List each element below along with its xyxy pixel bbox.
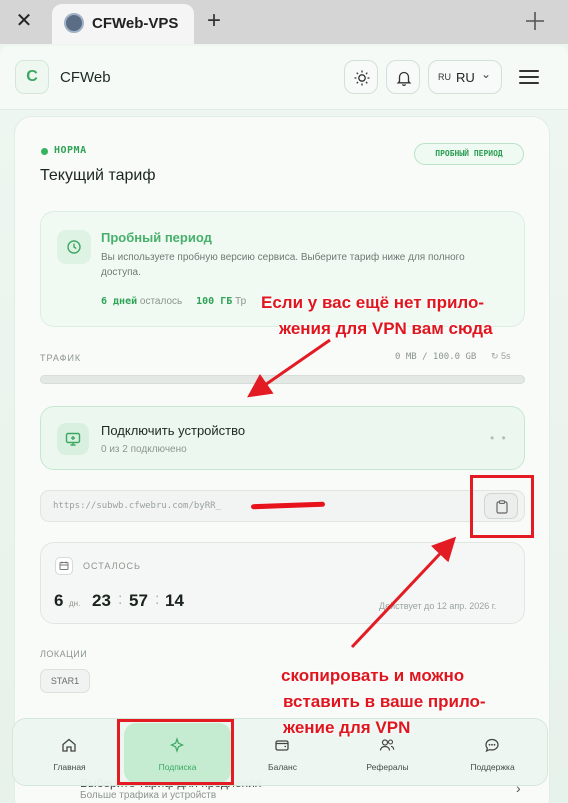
nav-label: Главная: [53, 762, 86, 772]
status-dot-icon: [41, 148, 48, 155]
brand-name: CFWeb: [60, 69, 111, 86]
timer-days: 6: [54, 591, 64, 610]
language-code: RU: [438, 72, 451, 82]
chevron-down-icon: ⌄: [481, 67, 492, 81]
extensions-icon[interactable]: [524, 10, 546, 36]
chat-icon: [485, 738, 499, 753]
traffic-limit-suffix: Тр: [235, 296, 247, 307]
timer-hours: 23: [92, 591, 111, 610]
clock-icon: [57, 230, 91, 264]
timer-days-unit: дн.: [69, 599, 81, 608]
traffic-limit-value: 100 ГБ: [196, 296, 233, 307]
more-dots-icon: • •: [490, 431, 508, 445]
bottom-navigation: Главная Подписка Баланс Рефералы Поддерж…: [12, 718, 548, 786]
subscription-tab-highlight-box: [117, 719, 234, 785]
trial-badge: ПРОБНЫЙ ПЕРИОД: [414, 143, 524, 165]
annotation-bottom-line3: жение для VPN: [283, 718, 411, 737]
calendar-icon: [55, 557, 73, 575]
annotation-bottom-line2: вставить в ваше прило-: [283, 692, 486, 711]
home-icon: [62, 738, 76, 752]
time-remaining-label: ОСТАЛОСЬ: [83, 561, 141, 571]
logo-badge[interactable]: C: [15, 60, 49, 94]
notifications-button[interactable]: [386, 60, 420, 94]
subscription-url: https://subwb.cfwebru.com/byRR_: [53, 501, 221, 511]
connect-device-button[interactable]: Подключить устройство 0 из 2 подключено …: [40, 406, 525, 470]
time-remaining-box: ОСТАЛОСЬ 6 дн. 23 : 57 : 14 Действует до…: [40, 542, 525, 624]
days-remaining-suffix: осталось: [139, 296, 183, 307]
plan-title: Пробный период: [101, 230, 212, 245]
plan-stats: 6 дней осталось 100 ГБ Тр: [101, 296, 246, 307]
locations-label: ЛОКАЦИИ: [40, 649, 88, 659]
timer-colon: :: [155, 591, 160, 608]
app-header: C CFWeb RU RU ⌄: [0, 46, 568, 110]
status-label: НОРМА: [54, 145, 87, 156]
tab-title: CFWeb-VPS: [92, 15, 179, 32]
location-chip[interactable]: STAR1: [40, 669, 90, 693]
new-tab-icon[interactable]: +: [207, 9, 221, 33]
card-title: Текущий тариф: [40, 167, 156, 184]
language-value: RU: [456, 70, 475, 85]
nav-label: Поддержка: [470, 762, 515, 772]
valid-until: Действует до 12 апр. 2026 г.: [379, 601, 497, 611]
connect-device-subtitle: 0 из 2 подключено: [101, 444, 187, 455]
bell-icon: [396, 71, 412, 86]
hamburger-menu-icon[interactable]: [519, 70, 539, 84]
subscription-url-field[interactable]: https://subwb.cfwebru.com/byRR_: [40, 490, 525, 522]
connect-device-title: Подключить устройство: [101, 423, 246, 438]
timer-colon: :: [118, 591, 123, 608]
annotation-top-line1: Если у вас ещё нет прило-: [261, 293, 485, 312]
language-selector[interactable]: RU RU ⌄: [428, 60, 502, 94]
plan-description: Вы используете пробную версию сервиса. В…: [101, 252, 465, 278]
traffic-refresh[interactable]: ↻ 5s: [491, 351, 511, 362]
nav-label: Рефералы: [366, 762, 409, 772]
timer-seconds: 14: [165, 591, 184, 610]
browser-tab-bar: ✕ CFWeb-VPS +: [0, 0, 568, 44]
nav-item-support[interactable]: Поддержка: [439, 719, 546, 787]
days-remaining-value: 6 дней: [101, 296, 138, 307]
traffic-progress-bar: [40, 375, 525, 384]
monitor-icon: [57, 423, 89, 455]
close-window-icon[interactable]: ✕: [14, 11, 34, 31]
choose-plan-subtitle: Больше трафика и устройств: [80, 790, 217, 801]
annotation-top-line2: жения для VPN вам сюда: [279, 319, 493, 338]
tab-favicon-icon: [64, 13, 84, 33]
traffic-label: ТРАФИК: [40, 353, 82, 363]
browser-tab[interactable]: CFWeb-VPS: [52, 4, 194, 44]
nav-label: Баланс: [268, 762, 297, 772]
redaction-scribble: [250, 501, 326, 510]
timer-minutes: 57: [129, 591, 148, 610]
traffic-value: 0 MB / 100.0 GB: [395, 352, 477, 362]
theme-toggle-button[interactable]: [344, 60, 378, 94]
nav-item-home[interactable]: Главная: [16, 719, 123, 787]
refresh-interval: 5s: [501, 351, 511, 361]
copy-button-highlight-box: [470, 475, 534, 538]
annotation-bottom-line1: скопировать и можно: [281, 666, 465, 685]
sun-icon: [354, 70, 370, 86]
